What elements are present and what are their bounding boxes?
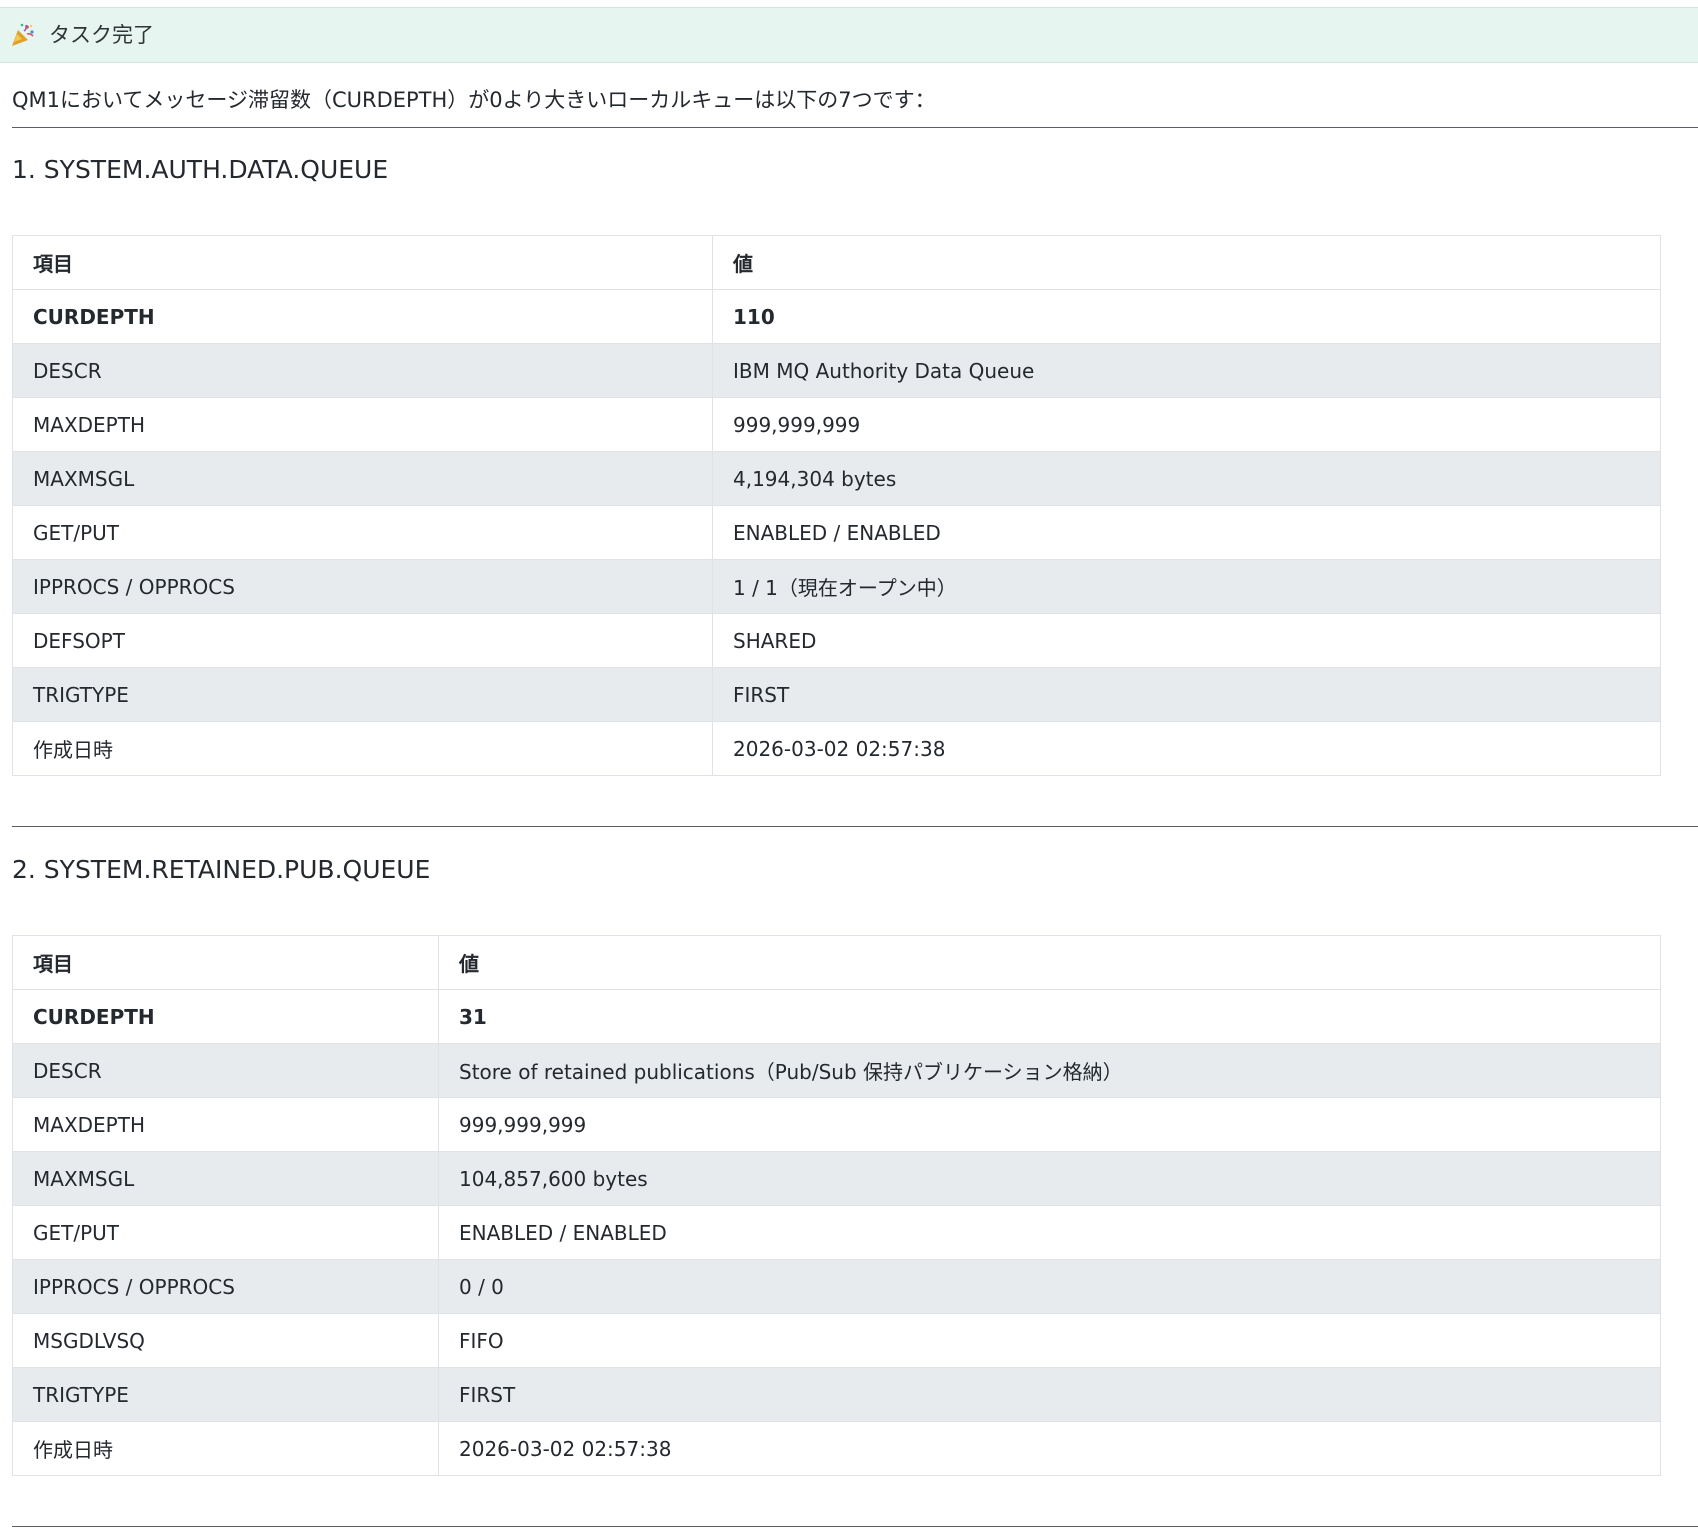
table-row: MAXMSGL 104,857,600 bytes <box>12 1151 1661 1206</box>
queue-attributes-table: 項目 値 CURDEPTH 31 DESCR Store of retained… <box>12 935 1661 1476</box>
row-key: MAXMSGL <box>12 1151 439 1206</box>
table-row: IPPROCS / OPPROCS 0 / 0 <box>12 1259 1661 1314</box>
row-value: FIFO <box>438 1313 1661 1368</box>
banner-title: タスク完了 <box>49 23 154 47</box>
table-header-row: 項目 値 <box>12 235 1661 290</box>
table-header-row: 項目 値 <box>12 935 1661 990</box>
table-row: IPPROCS / OPPROCS 1 / 1（現在オープン中） <box>12 559 1661 614</box>
row-value: 999,999,999 <box>712 397 1661 452</box>
row-value: FIRST <box>712 667 1661 722</box>
divider <box>12 1526 1698 1527</box>
table-row: 作成日時 2026-03-02 02:57:38 <box>12 1421 1661 1476</box>
row-value: IBM MQ Authority Data Queue <box>712 343 1661 398</box>
row-key: MAXMSGL <box>12 451 713 506</box>
table-row: CURDEPTH 31 <box>12 989 1661 1044</box>
table-row: TRIGTYPE FIRST <box>12 667 1661 722</box>
row-value: 104,857,600 bytes <box>438 1151 1661 1206</box>
row-value: FIRST <box>438 1367 1661 1422</box>
table-row: DEFSOPT SHARED <box>12 613 1661 668</box>
table-row: TRIGTYPE FIRST <box>12 1367 1661 1422</box>
table-row: MAXDEPTH 999,999,999 <box>12 397 1661 452</box>
row-value: 110 <box>712 289 1661 344</box>
table-row: MAXDEPTH 999,999,999 <box>12 1097 1661 1152</box>
row-key: GET/PUT <box>12 1205 439 1260</box>
row-key: 作成日時 <box>12 721 713 776</box>
party-popper-icon <box>12 23 34 46</box>
table-row: CURDEPTH 110 <box>12 289 1661 344</box>
table-row: MSGDLVSQ FIFO <box>12 1313 1661 1368</box>
row-key: CURDEPTH <box>12 989 439 1044</box>
row-key: TRIGTYPE <box>12 667 713 722</box>
row-key: MSGDLVSQ <box>12 1313 439 1368</box>
column-header-value: 値 <box>438 935 1661 990</box>
section-title: 1. SYSTEM.AUTH.DATA.QUEUE <box>12 155 389 184</box>
row-key: MAXDEPTH <box>12 397 713 452</box>
divider <box>12 127 1698 128</box>
divider <box>12 826 1698 827</box>
row-key: CURDEPTH <box>12 289 713 344</box>
intro-text: QM1においてメッセージ滞留数（CURDEPTH）が0より大きいローカルキューは… <box>12 88 936 112</box>
row-value: ENABLED / ENABLED <box>712 505 1661 560</box>
row-value: 4,194,304 bytes <box>712 451 1661 506</box>
table-row: MAXMSGL 4,194,304 bytes <box>12 451 1661 506</box>
table-row: GET/PUT ENABLED / ENABLED <box>12 1205 1661 1260</box>
row-value: SHARED <box>712 613 1661 668</box>
column-header-key: 項目 <box>12 935 439 990</box>
table-row: DESCR IBM MQ Authority Data Queue <box>12 343 1661 398</box>
row-value: ENABLED / ENABLED <box>438 1205 1661 1260</box>
section-title: 2. SYSTEM.RETAINED.PUB.QUEUE <box>12 855 431 884</box>
row-key: DESCR <box>12 343 713 398</box>
row-key: IPPROCS / OPPROCS <box>12 1259 439 1314</box>
row-key: TRIGTYPE <box>12 1367 439 1422</box>
column-header-key: 項目 <box>12 235 713 290</box>
row-value: 31 <box>438 989 1661 1044</box>
queue-attributes-table: 項目 値 CURDEPTH 110 DESCR IBM MQ Authority… <box>12 235 1661 776</box>
row-value: 999,999,999 <box>438 1097 1661 1152</box>
row-value: 1 / 1（現在オープン中） <box>712 559 1661 614</box>
row-key: GET/PUT <box>12 505 713 560</box>
row-key: MAXDEPTH <box>12 1097 439 1152</box>
table-row: GET/PUT ENABLED / ENABLED <box>12 505 1661 560</box>
row-key: IPPROCS / OPPROCS <box>12 559 713 614</box>
row-value: Store of retained publications（Pub/Sub 保… <box>438 1043 1661 1098</box>
column-header-value: 値 <box>712 235 1661 290</box>
row-value: 0 / 0 <box>438 1259 1661 1314</box>
table-row: DESCR Store of retained publications（Pub… <box>12 1043 1661 1098</box>
row-key: DESCR <box>12 1043 439 1098</box>
row-value: 2026-03-02 02:57:38 <box>438 1421 1661 1476</box>
row-key: DEFSOPT <box>12 613 713 668</box>
row-value: 2026-03-02 02:57:38 <box>712 721 1661 776</box>
row-key: 作成日時 <box>12 1421 439 1476</box>
task-complete-banner: タスク完了 <box>0 7 1698 63</box>
table-row: 作成日時 2026-03-02 02:57:38 <box>12 721 1661 776</box>
chat-response-page: タスク完了 QM1においてメッセージ滞留数（CURDEPTH）が0より大きいロー… <box>0 0 1698 1532</box>
